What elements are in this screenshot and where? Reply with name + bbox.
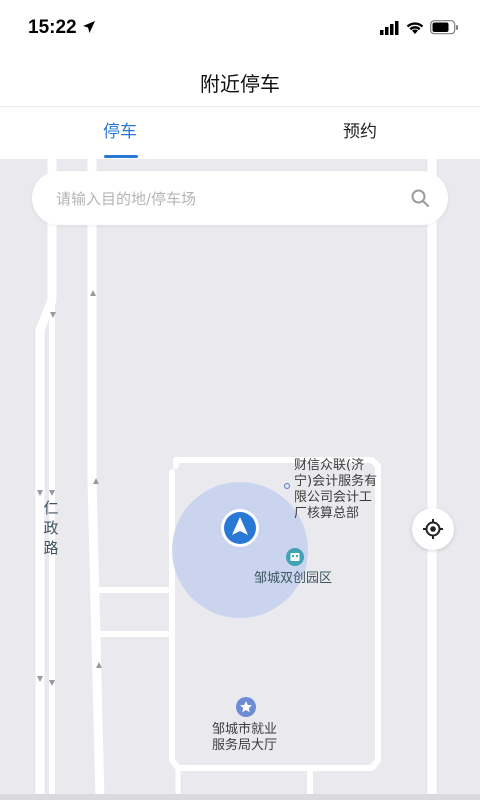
bottom-edge bbox=[0, 794, 480, 800]
signal-icon bbox=[380, 21, 399, 35]
search-icon[interactable] bbox=[410, 188, 430, 208]
poi-building-icon bbox=[286, 548, 304, 566]
poi-label-shuangchuang[interactable]: 邹城双创园区 bbox=[254, 571, 332, 587]
location-arrow-icon bbox=[83, 21, 95, 33]
page-title: 附近停车 bbox=[200, 72, 280, 96]
status-time: 15:22 bbox=[28, 17, 77, 38]
tab-reservation[interactable]: 预约 bbox=[300, 107, 420, 159]
status-bar: 15:22 bbox=[0, 0, 480, 56]
battery-icon bbox=[430, 20, 458, 35]
poi-label-caixin[interactable]: 财信众联(济宁)会计服务有限公司会计工厂核算总部 bbox=[294, 458, 380, 522]
nav-bar: 附近停车 bbox=[0, 56, 480, 107]
active-tab-indicator bbox=[104, 155, 138, 158]
tab-parking[interactable]: 停车 bbox=[60, 107, 180, 159]
poi-star-icon bbox=[236, 697, 256, 717]
location-accuracy-circle bbox=[172, 482, 308, 618]
crosshair-icon bbox=[423, 519, 443, 539]
poi-label-jiuye[interactable]: 邹城市就业服务局大厅 bbox=[212, 722, 284, 754]
tab-bar: 停车 预约 bbox=[0, 107, 480, 159]
search-placeholder: 请输入目的地/停车场 bbox=[56, 190, 197, 208]
road-label-renzheng: 仁政路 bbox=[43, 499, 59, 557]
current-location-icon bbox=[221, 509, 259, 547]
search-input[interactable]: 请输入目的地/停车场 bbox=[32, 171, 448, 225]
map-view[interactable] bbox=[0, 159, 480, 800]
locate-me-button[interactable] bbox=[412, 508, 454, 550]
wifi-icon bbox=[406, 22, 424, 34]
